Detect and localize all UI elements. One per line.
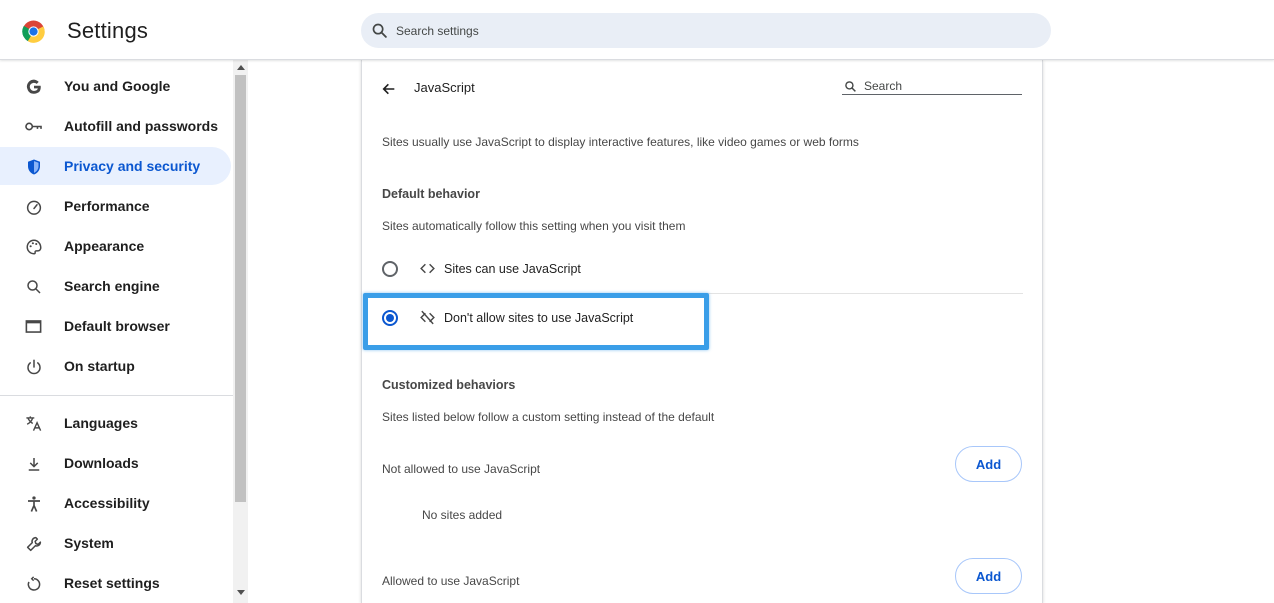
shield-icon: [24, 157, 43, 176]
sidebar-item-label: Autofill and passwords: [64, 118, 219, 134]
chrome-logo-icon: [22, 20, 45, 43]
add-not-allowed-button[interactable]: Add: [955, 446, 1022, 482]
sidebar-item-system[interactable]: System: [0, 524, 231, 562]
sidebar-item-appearance[interactable]: Appearance: [0, 227, 231, 265]
sidebar-item-default-browser[interactable]: Default browser: [0, 307, 231, 345]
sidebar-item-label: On startup: [64, 358, 135, 374]
page-description: Sites usually use JavaScript to display …: [382, 135, 859, 149]
sidebar-item-label: Downloads: [64, 455, 139, 471]
radio-allow-javascript[interactable]: [382, 261, 398, 277]
sidebar-scrollbar[interactable]: [233, 60, 248, 603]
back-arrow-icon: [382, 83, 395, 95]
site-search-field[interactable]: [842, 75, 1022, 95]
page-title: JavaScript: [414, 80, 475, 95]
speedometer-icon: [24, 197, 43, 216]
allowed-label: Allowed to use JavaScript: [382, 574, 520, 588]
power-icon: [24, 357, 43, 376]
scroll-up-arrow-icon[interactable]: [237, 65, 245, 70]
sidebar-item-autofill[interactable]: Autofill and passwords: [0, 107, 231, 145]
reset-icon: [24, 574, 43, 593]
wrench-icon: [24, 534, 43, 553]
sidebar-item-label: Appearance: [64, 238, 145, 254]
option-label-allow[interactable]: Sites can use JavaScript: [444, 262, 581, 276]
highlight-annotation-box: [363, 293, 709, 350]
sidebar-item-label: Performance: [64, 198, 150, 214]
default-behavior-heading: Default behavior: [382, 187, 480, 201]
translate-icon: [24, 414, 43, 433]
sidebar-item-reset-settings[interactable]: Reset settings: [0, 564, 231, 602]
not-allowed-label: Not allowed to use JavaScript: [382, 462, 541, 476]
sidebar-item-label: Search engine: [64, 278, 160, 294]
sidebar-item-languages[interactable]: Languages: [0, 404, 231, 442]
code-brackets-icon: [420, 263, 435, 274]
sidebar-item-label: Accessibility: [64, 495, 150, 511]
default-behavior-subtext: Sites automatically follow this setting …: [382, 219, 686, 233]
sidebar: You and Google Autofill and passwords Pr…: [0, 60, 248, 603]
sidebar-item-performance[interactable]: Performance: [0, 187, 231, 225]
accessibility-icon: [24, 494, 43, 513]
add-allowed-button[interactable]: Add: [955, 558, 1022, 594]
sidebar-item-search-engine[interactable]: Search engine: [0, 267, 231, 305]
scrollbar-thumb[interactable]: [235, 75, 246, 502]
search-icon: [24, 277, 43, 296]
google-g-icon: [24, 77, 43, 96]
sidebar-item-privacy-and-security[interactable]: Privacy and security: [0, 147, 231, 185]
sidebar-item-label: System: [64, 535, 114, 551]
settings-search-input[interactable]: [394, 21, 994, 41]
header: Settings: [0, 0, 1274, 60]
search-icon: [845, 81, 856, 92]
sidebar-divider: [0, 395, 233, 396]
download-icon: [24, 454, 43, 473]
no-sites-added-text: No sites added: [422, 508, 503, 522]
search-icon: [372, 23, 387, 38]
key-icon: [24, 117, 43, 136]
back-button[interactable]: [378, 78, 400, 100]
sidebar-item-on-startup[interactable]: On startup: [0, 347, 231, 385]
sidebar-item-accessibility[interactable]: Accessibility: [0, 484, 231, 522]
site-search-input[interactable]: [862, 78, 1012, 94]
sidebar-item-label: Default browser: [64, 318, 170, 334]
sidebar-item-label: You and Google: [64, 78, 171, 94]
sidebar-item-label: Languages: [64, 415, 138, 431]
sidebar-item-label: Privacy and security: [64, 158, 201, 174]
browser-window-icon: [24, 317, 43, 336]
customized-behaviors-heading: Customized behaviors: [382, 378, 516, 392]
sidebar-item-you-and-google[interactable]: You and Google: [0, 67, 231, 105]
sidebar-item-label: Reset settings: [64, 575, 160, 591]
sidebar-item-downloads[interactable]: Downloads: [0, 444, 231, 482]
settings-search-box[interactable]: [361, 13, 1051, 48]
scroll-down-arrow-icon[interactable]: [237, 590, 245, 595]
palette-icon: [24, 237, 43, 256]
customized-behaviors-subtext: Sites listed below follow a custom setti…: [382, 410, 715, 424]
app-title: Settings: [67, 18, 149, 43]
